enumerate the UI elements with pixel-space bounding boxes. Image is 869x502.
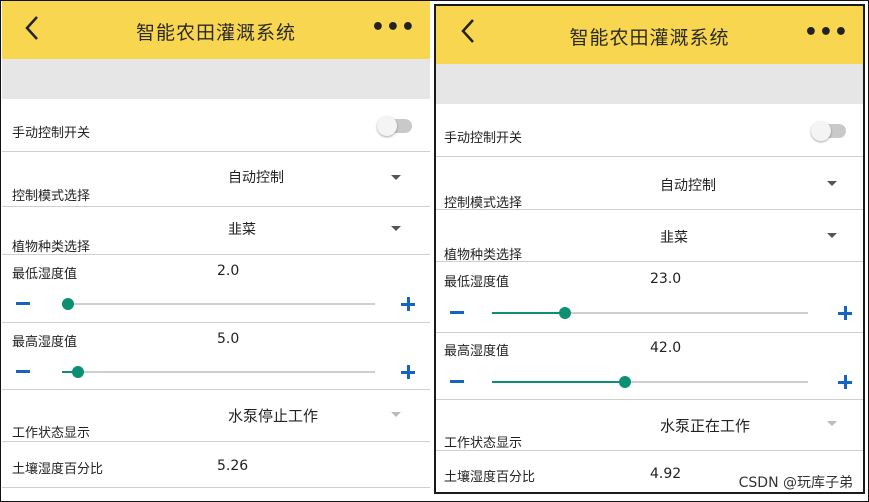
plus-icon[interactable] <box>401 365 415 379</box>
divider <box>2 322 430 323</box>
min-humidity-label: 最低湿度值 <box>444 275 510 290</box>
divider <box>436 332 863 333</box>
minus-icon[interactable] <box>450 380 464 383</box>
divider <box>436 209 863 210</box>
minus-icon[interactable] <box>16 370 30 373</box>
plus-icon[interactable] <box>838 375 852 389</box>
min-humidity-label: 最低湿度值 <box>12 267 78 282</box>
more-dots-icon[interactable]: ••• <box>371 15 416 40</box>
chevron-down-icon <box>391 412 401 417</box>
app-title: 智能农田灌溉系统 <box>569 27 730 49</box>
min-humidity-value: 2.0 <box>217 263 240 279</box>
plant-select-value[interactable]: 韭菜 <box>228 219 256 239</box>
slider-thumb[interactable] <box>71 366 84 378</box>
slider-fill <box>492 381 625 383</box>
max-humidity-label: 最高湿度值 <box>12 335 78 350</box>
soil-humidity-value: 4.92 <box>650 466 682 482</box>
chevron-down-icon <box>827 421 837 426</box>
plant-select-label: 植物种类选择 <box>12 240 91 255</box>
divider <box>436 156 863 157</box>
plus-icon[interactable] <box>401 297 415 311</box>
manual-switch-label: 手动控制开关 <box>444 131 523 146</box>
soil-humidity-value: 5.26 <box>217 458 249 474</box>
app-bar: 智能农田灌溉系统 ••• <box>2 1 430 59</box>
work-status-label: 工作状态显示 <box>12 426 91 441</box>
toggle-knob <box>377 116 397 136</box>
plant-select-value[interactable]: 韭菜 <box>660 227 688 247</box>
app-screen-left: 智能农田灌溉系统 ••• 手动控制开关 自动控制 控制模式选择 韭菜 植物种类选… <box>2 1 430 499</box>
divider <box>436 261 863 262</box>
work-status-value: 水泵停止工作 <box>228 407 319 425</box>
gray-band <box>2 59 430 99</box>
max-humidity-value: 5.0 <box>217 331 240 347</box>
max-humidity-label: 最高湿度值 <box>444 344 510 359</box>
manual-switch-toggle[interactable] <box>377 116 412 136</box>
work-status-label: 工作状态显示 <box>444 436 523 451</box>
divider <box>2 254 430 255</box>
chevron-down-icon[interactable] <box>827 233 837 238</box>
divider <box>2 441 430 442</box>
slider-thumb[interactable] <box>62 298 75 310</box>
slider-track[interactable] <box>62 371 375 373</box>
divider <box>2 487 430 488</box>
chevron-down-icon[interactable] <box>391 175 401 180</box>
divider <box>2 151 430 152</box>
app-title: 智能农田灌溉系统 <box>135 22 296 44</box>
soil-humidity-label: 土壤湿度百分比 <box>444 470 536 485</box>
divider <box>2 389 430 390</box>
watermark-text: CSDN @玩库子弟 <box>738 475 853 491</box>
minus-icon[interactable] <box>16 302 30 305</box>
minus-icon[interactable] <box>450 311 464 314</box>
slider-fill <box>492 312 565 314</box>
work-status-value: 水泵正在工作 <box>660 417 751 435</box>
chevron-down-icon[interactable] <box>827 181 837 186</box>
slider-thumb[interactable] <box>618 376 631 388</box>
more-dots-icon[interactable]: ••• <box>804 20 849 45</box>
divider <box>2 206 430 207</box>
min-humidity-value: 23.0 <box>650 271 682 287</box>
toggle-knob <box>811 121 831 141</box>
max-humidity-value: 42.0 <box>650 340 682 356</box>
app-bar: 智能农田灌溉系统 ••• <box>436 6 863 64</box>
divider <box>436 450 863 451</box>
manual-switch-toggle[interactable] <box>811 121 846 141</box>
gray-band <box>436 64 863 104</box>
chevron-down-icon[interactable] <box>391 226 401 231</box>
mode-select-value[interactable]: 自动控制 <box>660 175 716 195</box>
slider-thumb[interactable] <box>558 307 571 319</box>
divider <box>436 399 863 400</box>
mode-select-label: 控制模式选择 <box>12 189 91 204</box>
soil-humidity-label: 土壤湿度百分比 <box>12 462 104 477</box>
app-screen-right: 智能农田灌溉系统 ••• 手动控制开关 自动控制 控制模式选择 韭菜 植物种类选… <box>434 4 865 494</box>
slider-track[interactable] <box>62 303 375 305</box>
mode-select-value[interactable]: 自动控制 <box>228 167 284 187</box>
plus-icon[interactable] <box>838 306 852 320</box>
manual-switch-label: 手动控制开关 <box>12 126 91 141</box>
